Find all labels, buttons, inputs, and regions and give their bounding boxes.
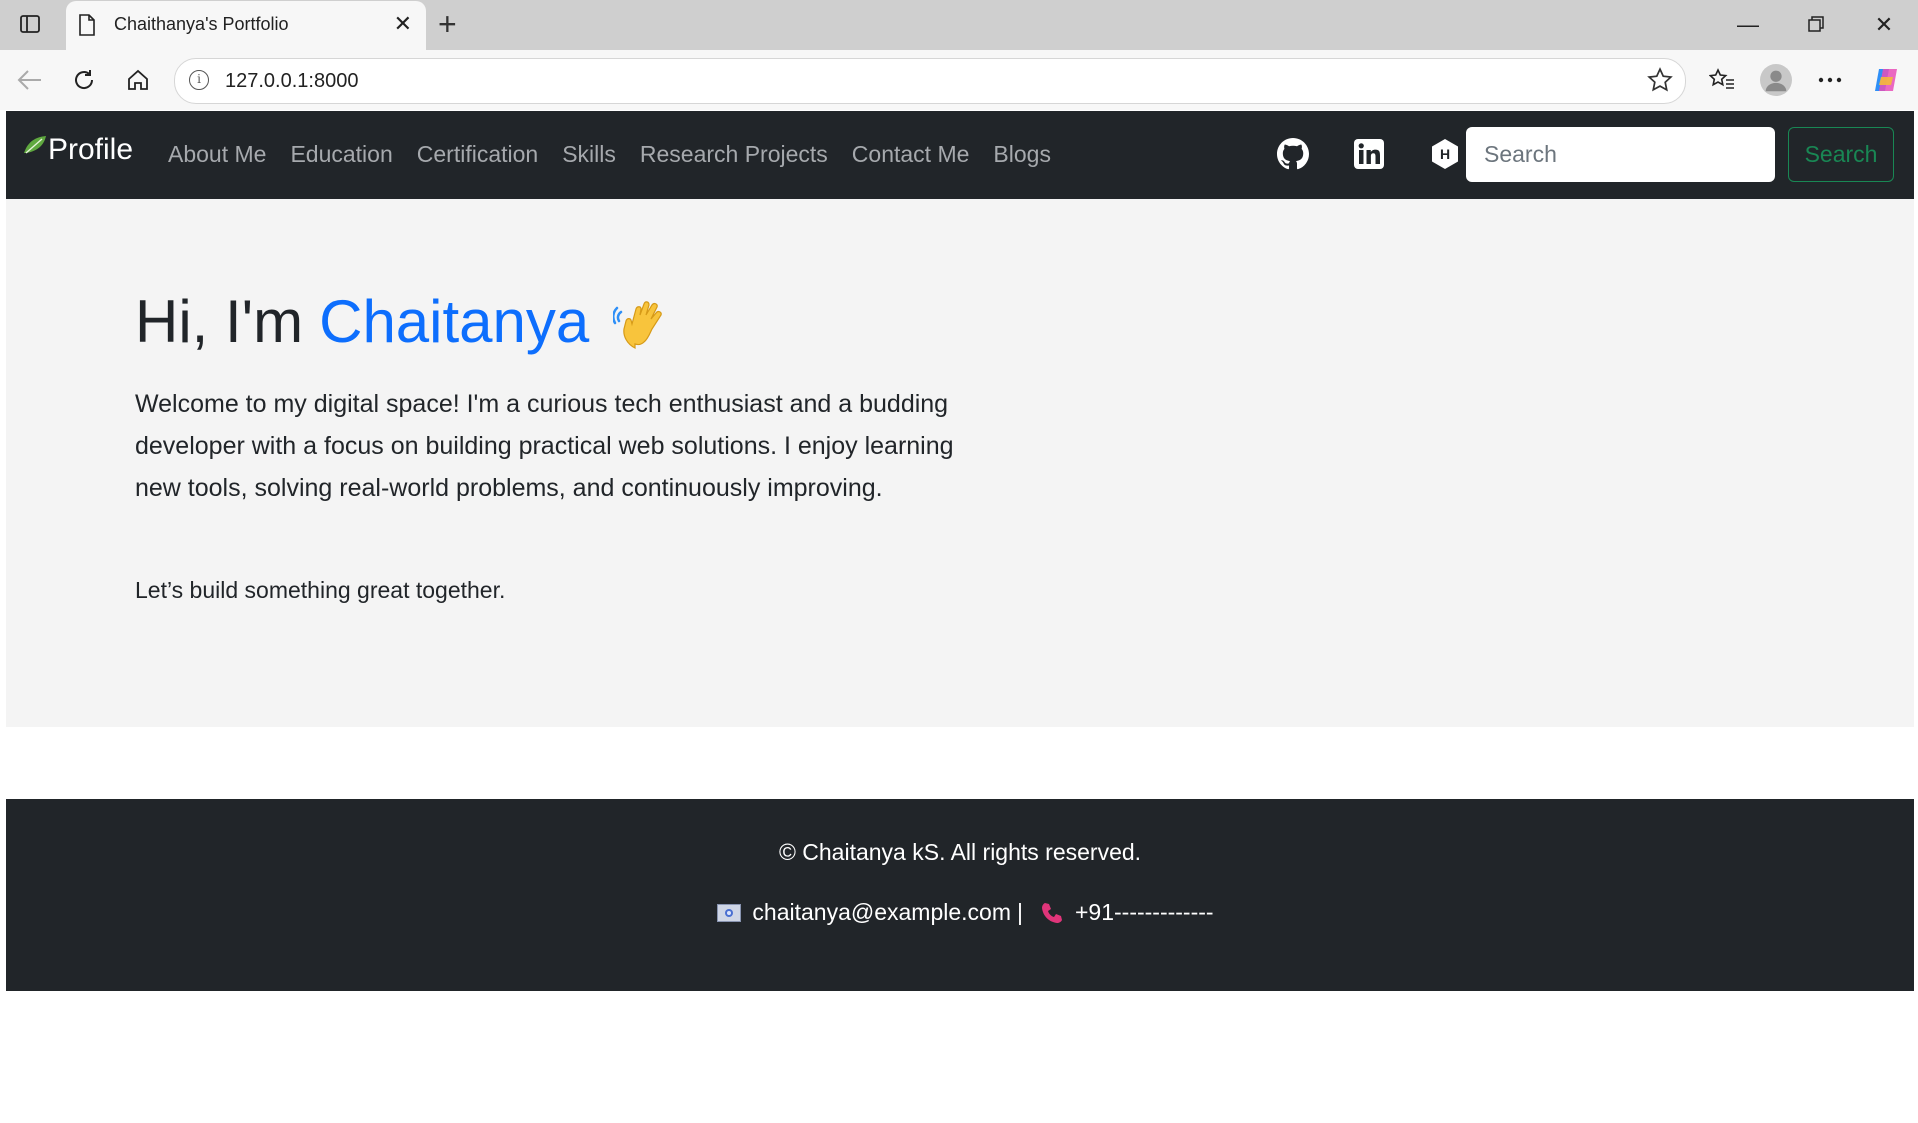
address-url[interactable]: 127.0.0.1:8000 [225,70,358,93]
tab-title: Chaithanya's Portfolio [114,14,289,34]
close-window-icon[interactable]: ✕ [1864,10,1904,40]
brand-link[interactable]: Profile [22,133,133,167]
new-tab-icon[interactable]: + [438,8,457,40]
nav-link-about-me[interactable]: About Me [168,141,266,168]
restore-icon[interactable] [1796,10,1836,40]
hero-name: Chaitanya [319,288,590,355]
close-tab-icon[interactable]: ✕ [394,12,412,36]
hero-greeting: Hi, I'm [135,288,304,355]
hero-section: Hi, I'm Chaitanya Welcome to my digital … [6,199,1914,727]
site-navbar: Profile About Me Education Certification… [6,111,1914,199]
linkedin-icon[interactable] [1352,137,1386,171]
footer-separator: | [1017,899,1023,925]
browser-tab-bar: Chaithanya's Portfolio ✕ + — ✕ [0,0,1918,50]
github-icon[interactable] [1276,137,1310,171]
minimize-icon[interactable]: — [1728,10,1768,40]
nav-link-blogs[interactable]: Blogs [993,141,1051,168]
search-button[interactable]: Search [1788,127,1894,182]
address-bar[interactable]: i 127.0.0.1:8000 [174,58,1686,104]
hero-heading: Hi, I'm Chaitanya [135,287,677,356]
search-input[interactable]: Search [1466,127,1775,182]
nav-link-certification[interactable]: Certification [417,141,538,168]
favorites-icon[interactable] [1706,64,1738,96]
site-info-icon[interactable]: i [189,70,209,90]
nav-link-skills[interactable]: Skills [562,141,616,168]
browser-toolbar: i 127.0.0.1:8000 [0,50,1918,110]
more-menu-icon[interactable] [1814,64,1846,96]
browser-tab[interactable]: Chaithanya's Portfolio ✕ [66,1,426,50]
nav-links: About Me Education Certification Skills … [168,141,1075,168]
copyright-text: © Chaitanya kS. All rights reserved. [778,839,1142,865]
hero-cta: Let’s build something great together. [135,577,506,603]
nav-link-education[interactable]: Education [290,141,392,168]
back-icon[interactable] [14,64,46,96]
hashnode-icon[interactable]: H [1428,137,1462,171]
waving-hand-icon [612,290,677,354]
nav-link-contact-me[interactable]: Contact Me [852,141,970,168]
svg-text:H: H [1440,146,1450,162]
profile-avatar-icon[interactable] [1760,64,1792,96]
nav-link-research-projects[interactable]: Research Projects [640,141,828,168]
site-footer: © Chaitanya kS. All rights reserved. cha… [6,799,1914,991]
email-icon [716,902,742,924]
web-page: Profile About Me Education Certification… [6,111,1914,1123]
tab-actions-icon[interactable] [18,12,42,36]
phone-icon [1039,902,1065,924]
favorite-star-icon[interactable] [1647,67,1673,98]
hero-intro: Welcome to my digital space! I'm a curio… [135,390,954,502]
leaf-logo-icon [22,133,48,159]
brand-name: Profile [48,133,134,166]
copilot-icon[interactable] [1870,64,1902,96]
footer-email[interactable]: chaitanya@example.com [752,899,1011,926]
home-icon[interactable] [122,64,154,96]
footer-contact: chaitanya@example.com | +91------------- [6,899,1914,926]
refresh-icon[interactable] [68,64,100,96]
footer-phone[interactable]: +91------------- [1075,899,1214,926]
page-icon [78,14,96,41]
